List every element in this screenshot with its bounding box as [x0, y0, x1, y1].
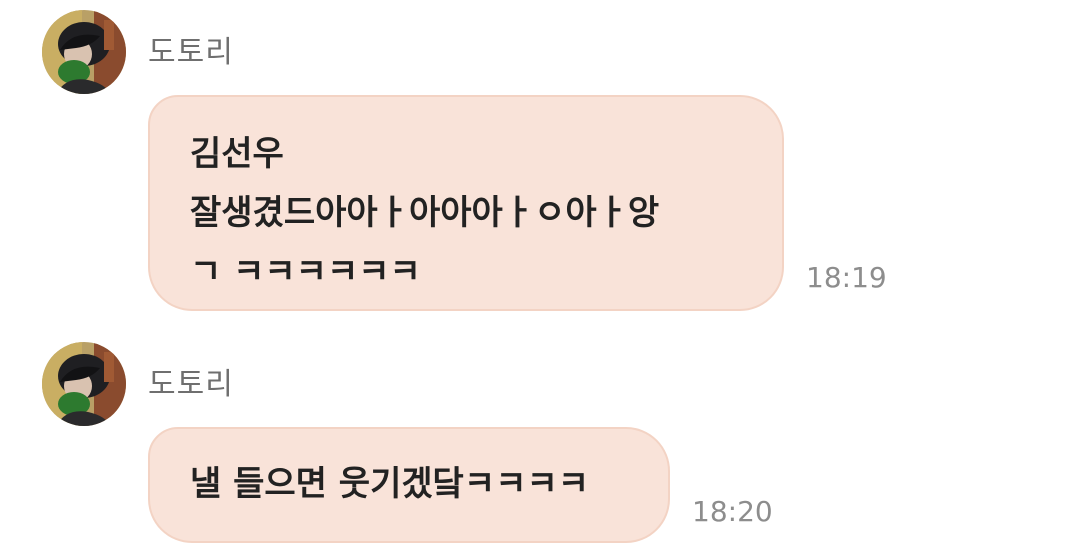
message-timestamp: 18:19	[806, 261, 887, 294]
avatar-image	[42, 10, 126, 94]
avatar[interactable]	[42, 10, 126, 94]
message-timestamp: 18:20	[692, 495, 773, 528]
message-line: ㄱ ㅋㅋㅋㅋㅋㅋ	[190, 252, 421, 292]
message-line: 낼 들으면 웃기겠닼ㅋㅋㅋㅋ	[190, 464, 590, 504]
avatar-image	[42, 342, 126, 426]
message-line: 김선우	[190, 134, 284, 174]
message-bubble[interactable]: 김선우 잘생겼드아아ㅏ아아아ㅏㅇ아ㅏ앙 ㄱ ㅋㅋㅋㅋㅋㅋ	[148, 95, 784, 311]
chat-message: 도토리 김선우 잘생겼드아아ㅏ아아아ㅏㅇ아ㅏ앙 ㄱ ㅋㅋㅋㅋㅋㅋ 18:19	[0, 0, 1080, 320]
message-bubble[interactable]: 낼 들으면 웃기겠닼ㅋㅋㅋㅋ	[148, 427, 670, 543]
sender-name: 도토리	[148, 35, 234, 70]
message-line: 잘생겼드아아ㅏ아아아ㅏㅇ아ㅏ앙	[190, 193, 660, 233]
chat-message: 도토리 낼 들으면 웃기겠닼ㅋㅋㅋㅋ 18:20	[0, 332, 1080, 556]
avatar[interactable]	[42, 342, 126, 426]
sender-name: 도토리	[148, 367, 234, 402]
